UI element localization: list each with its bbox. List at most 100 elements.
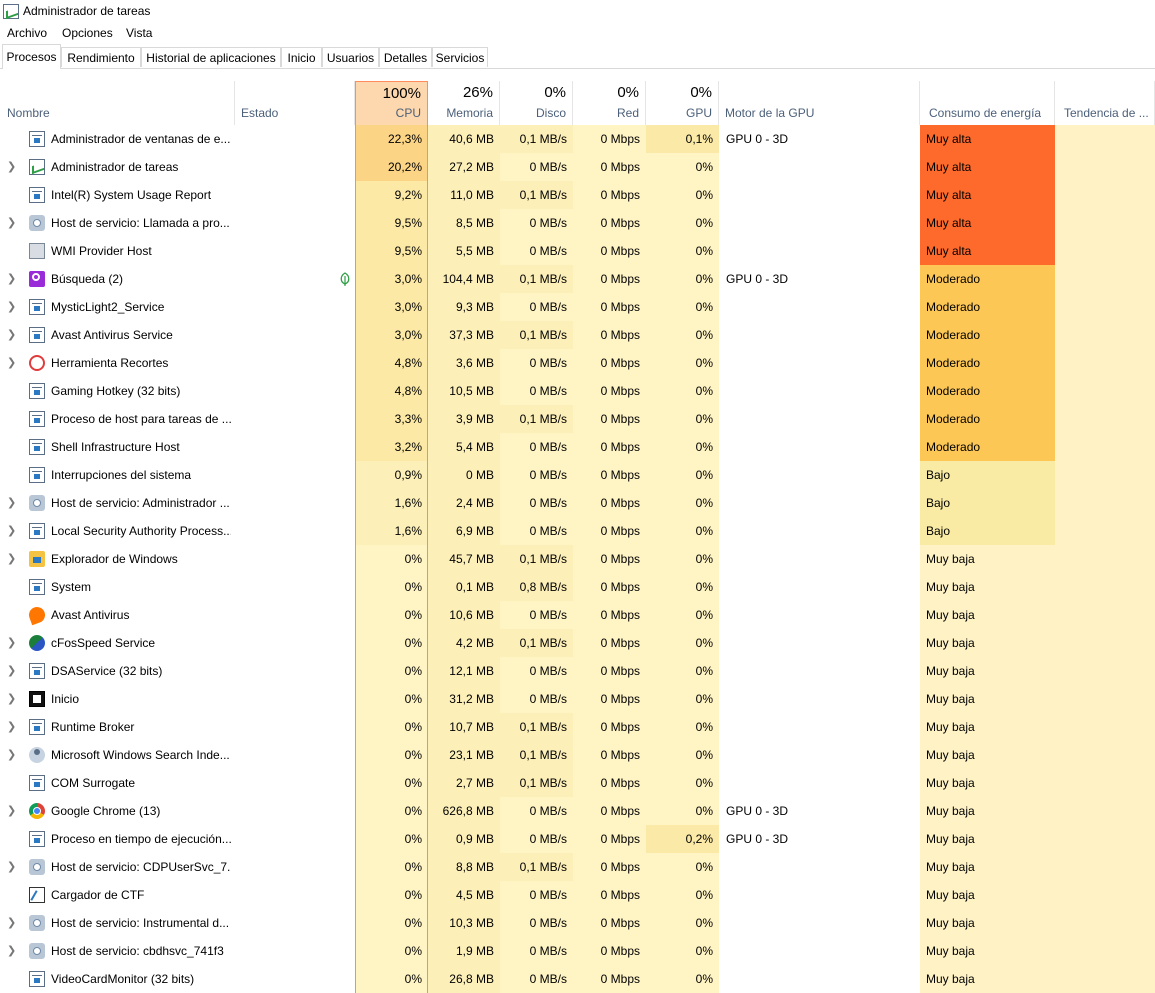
expand-chevron-icon[interactable]: ❯	[7, 797, 17, 825]
window-icon	[29, 299, 45, 315]
disk-cell: 0,1 MB/s	[500, 545, 573, 573]
expand-chevron-icon[interactable]: ❯	[7, 489, 17, 517]
expand-chevron-icon[interactable]: ❯	[7, 713, 17, 741]
table-row[interactable]: ❯ cFosSpeed Service 0% 4,2 MB 0,1 MB/s 0 Mbps…	[0, 629, 1155, 657]
window-icon	[29, 719, 45, 735]
expand-chevron-icon[interactable]: ❯	[7, 909, 17, 937]
folder-icon	[29, 551, 45, 567]
network-cell: 0 Mbps	[573, 545, 646, 573]
power-cell: Moderado	[920, 377, 1055, 405]
expand-chevron-icon[interactable]: ❯	[7, 209, 17, 237]
table-row[interactable]: ❯ Inicio 0% 31,2 MB 0 MB/s 0 Mbps 0% Muy baja	[0, 685, 1155, 713]
col-tendencia[interactable]: Tendencia de ...	[1055, 81, 1155, 125]
col-cpu[interactable]: 100% CPU	[355, 81, 428, 125]
table-row[interactable]: Proceso en tiempo de ejecución... 0% 0,9 M…	[0, 825, 1155, 853]
memory-cell: 0 MB	[428, 461, 500, 489]
col-gpu[interactable]: 0% GPU	[646, 81, 719, 125]
expand-chevron-icon[interactable]: ❯	[7, 293, 17, 321]
col-disco[interactable]: 0% Disco	[500, 81, 573, 125]
power-cell: Muy baja	[920, 965, 1055, 993]
table-row[interactable]: ❯ Herramienta Recortes 4,8% 3,6 MB 0 MB/s 0 M…	[0, 349, 1155, 377]
cpu-cell: 22,3%	[355, 125, 428, 153]
expand-chevron-icon[interactable]: ❯	[7, 937, 17, 965]
table-row[interactable]: ❯ Administrador de tareas 20,2% 27,2 MB 0 MB…	[0, 153, 1155, 181]
table-row[interactable]: System 0% 0,1 MB 0,8 MB/s 0 Mbps 0% Muy baja	[0, 573, 1155, 601]
table-row[interactable]: Avast Antivirus 0% 10,6 MB 0 MB/s 0 Mbps 0% Mu…	[0, 601, 1155, 629]
table-row[interactable]: VideoCardMonitor (32 bits) 0% 26,8 MB 0 MB/…	[0, 965, 1155, 993]
power-trend-cell	[1055, 825, 1155, 853]
col-motor-gpu[interactable]: Motor de la GPU	[719, 81, 920, 125]
table-row[interactable]: WMI Provider Host 9,5% 5,5 MB 0 MB/s 0 Mbps 0…	[0, 237, 1155, 265]
table-row[interactable]: Gaming Hotkey (32 bits) 4,8% 10,5 MB 0 MB/s…	[0, 377, 1155, 405]
expand-chevron-icon[interactable]: ❯	[7, 349, 17, 377]
menu-opciones[interactable]: Opciones	[62, 26, 113, 40]
table-row[interactable]: ❯ Host de servicio: cbdhsvc_741f3 0% 1,9 MB…	[0, 937, 1155, 965]
table-row[interactable]: ❯ Explorador de Windows 0% 45,7 MB 0,1 MB/s 0…	[0, 545, 1155, 573]
table-row[interactable]: Cargador de CTF 0% 4,5 MB 0 MB/s 0 Mbps 0% Muy…	[0, 881, 1155, 909]
process-name: Host de servicio: Llamada a pro...	[51, 216, 230, 230]
expand-chevron-icon[interactable]: ❯	[7, 629, 17, 657]
gpu-engine-cell	[719, 741, 920, 769]
table-row[interactable]: Shell Infrastructure Host 3,2% 5,4 MB 0 MB/…	[0, 433, 1155, 461]
menu-archivo[interactable]: Archivo	[7, 26, 47, 40]
expand-chevron-icon[interactable]: ❯	[7, 853, 17, 881]
col-memoria[interactable]: 26% Memoria	[428, 81, 500, 125]
table-row[interactable]: Administrador de ventanas de e... 22,3% 40…	[0, 125, 1155, 153]
table-row[interactable]: COM Surrogate 0% 2,7 MB 0,1 MB/s 0 Mbps 0% Muy…	[0, 769, 1155, 797]
tab-servicios[interactable]: Servicios	[432, 47, 488, 67]
expand-chevron-icon[interactable]: ❯	[7, 321, 17, 349]
cpu-cell: 3,0%	[355, 293, 428, 321]
col-nombre[interactable]: Nombre	[0, 81, 235, 125]
memory-cell: 9,3 MB	[428, 293, 500, 321]
col-red[interactable]: 0% Red	[573, 81, 646, 125]
disk-cell: 0,1 MB/s	[500, 769, 573, 797]
gear-icon	[29, 495, 45, 511]
expand-chevron-icon[interactable]: ❯	[7, 265, 17, 293]
table-row[interactable]: ❯ Host de servicio: CDPUserSvc_7... 0% 8,8 …	[0, 853, 1155, 881]
table-row[interactable]: ❯ Búsqueda (2) 3,0% 104,4 MB 0,1 MB/s 0 Mbps 0…	[0, 265, 1155, 293]
expand-chevron-icon[interactable]: ❯	[7, 741, 17, 769]
col-estado[interactable]: Estado	[235, 81, 355, 125]
disk-cell: 0,8 MB/s	[500, 573, 573, 601]
expand-chevron-icon[interactable]: ❯	[7, 517, 17, 545]
tab-usuarios[interactable]: Usuarios	[322, 47, 379, 67]
gpu-cell: 0%	[646, 965, 719, 993]
window-icon	[29, 439, 45, 455]
table-row[interactable]: ❯ Avast Antivirus Service 3,0% 37,3 MB 0,1 M…	[0, 321, 1155, 349]
cpu-cell: 0,9%	[355, 461, 428, 489]
table-row[interactable]: ❯ Google Chrome (13) 0% 626,8 MB 0 MB/s 0 Mbp…	[0, 797, 1155, 825]
tab-inicio[interactable]: Inicio	[281, 47, 322, 67]
table-row[interactable]: ❯ Microsoft Windows Search Inde... 0% 23,1 …	[0, 741, 1155, 769]
tab-rendimiento[interactable]: Rendimiento	[61, 47, 141, 67]
expand-chevron-icon[interactable]: ❯	[7, 545, 17, 573]
tab-historial[interactable]: Historial de aplicaciones	[141, 47, 281, 67]
gpu-engine-cell	[719, 629, 920, 657]
table-row[interactable]: Interrupciones del sistema 0,9% 0 MB 0 MB/s…	[0, 461, 1155, 489]
tab-procesos[interactable]: Procesos	[2, 44, 61, 69]
network-cell: 0 Mbps	[573, 237, 646, 265]
menu-bar: Archivo Opciones Vista	[0, 22, 1155, 42]
table-row[interactable]: ❯ Host de servicio: Instrumental d... 0% 10…	[0, 909, 1155, 937]
col-consumo[interactable]: Consumo de energía	[920, 81, 1055, 125]
table-row[interactable]: ❯ MysticLight2_Service 3,0% 9,3 MB 0 MB/s 0 M…	[0, 293, 1155, 321]
table-row[interactable]: Proceso de host para tareas de ... 3,3% 3,…	[0, 405, 1155, 433]
table-row[interactable]: ❯ Runtime Broker 0% 10,7 MB 0,1 MB/s 0 Mbps 0%…	[0, 713, 1155, 741]
tab-detalles[interactable]: Detalles	[379, 47, 432, 67]
gpu-engine-cell	[719, 853, 920, 881]
expand-chevron-icon[interactable]: ❯	[7, 153, 17, 181]
table-row[interactable]: Intel(R) System Usage Report 9,2% 11,0 MB 0…	[0, 181, 1155, 209]
menu-vista[interactable]: Vista	[126, 26, 152, 40]
table-row[interactable]: ❯ Host de servicio: Administrador ... 1,6%…	[0, 489, 1155, 517]
task-manager-icon	[3, 4, 19, 19]
expand-chevron-icon[interactable]: ❯	[7, 685, 17, 713]
expand-chevron-icon[interactable]: ❯	[7, 657, 17, 685]
cpu-cell: 0%	[355, 629, 428, 657]
memory-cell: 3,6 MB	[428, 349, 500, 377]
table-row[interactable]: ❯ Local Security Authority Process... 1,6%…	[0, 517, 1155, 545]
table-row[interactable]: ❯ DSAService (32 bits) 0% 12,1 MB 0 MB/s 0 Mb…	[0, 657, 1155, 685]
cpu-column-border-left	[355, 81, 356, 993]
tab-strip: Procesos Rendimiento Historial de aplica…	[0, 44, 1155, 69]
gpu-cell: 0%	[646, 489, 719, 517]
table-row[interactable]: ❯ Host de servicio: Llamada a pro... 9,5% 8…	[0, 209, 1155, 237]
memory-cell: 4,5 MB	[428, 881, 500, 909]
